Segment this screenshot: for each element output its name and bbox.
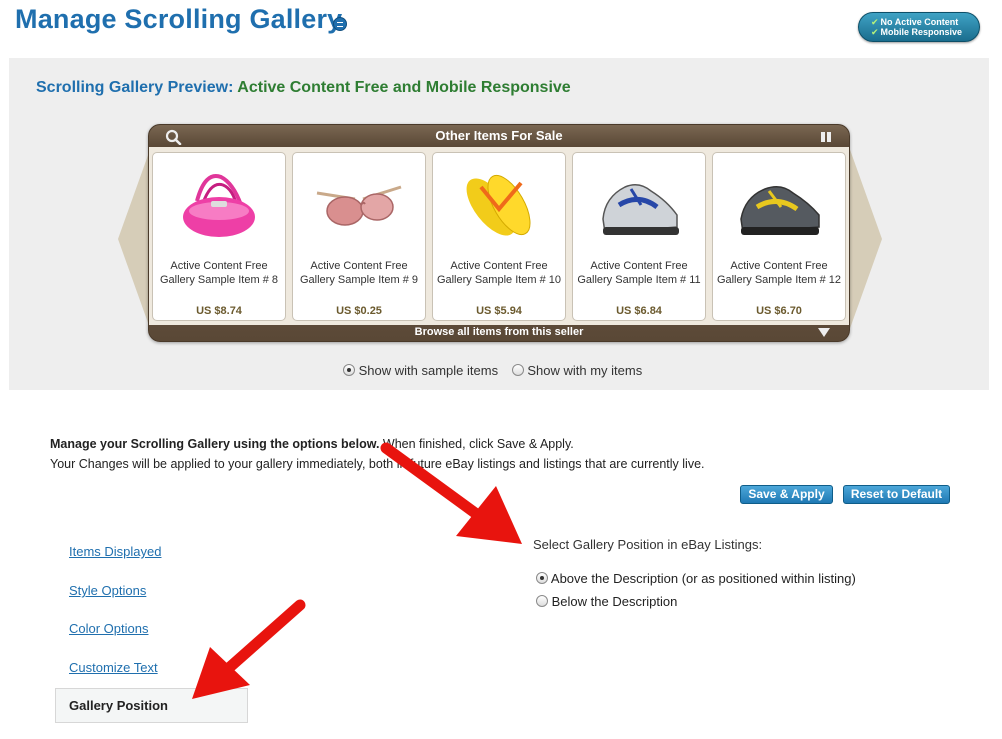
gallery-item-card[interactable]: Active Content Free Gallery Sample Item … (292, 152, 426, 321)
position-below-radio[interactable] (536, 595, 548, 607)
item-title: Active Content Free Gallery Sample Item … (575, 259, 703, 287)
preview-mode-radios: Show with sample items Show with my item… (343, 363, 652, 378)
item-title: Active Content Free Gallery Sample Item … (715, 259, 843, 287)
running-shoe-yellow-image (731, 157, 827, 253)
compliance-badge: ✔ No Active Content ✔ Mobile Responsive (858, 12, 980, 42)
search-icon[interactable] (165, 129, 183, 145)
my-items-radio[interactable] (511, 364, 524, 376)
gallery-item-card[interactable]: Active Content Free Gallery Sample Item … (432, 152, 566, 321)
item-price: US $8.74 (196, 305, 242, 317)
nav-style-options[interactable]: Style Options (69, 583, 146, 598)
nav-items-displayed[interactable]: Items Displayed (69, 544, 161, 559)
item-title-line-1: Active Content Free (310, 260, 408, 272)
item-title: Active Content Free Gallery Sample Item … (295, 259, 423, 287)
position-heading: Select Gallery Position in eBay Listings… (533, 537, 763, 552)
scroll-left-arrow-icon[interactable] (118, 144, 152, 334)
reset-default-button[interactable]: Reset to Default (843, 485, 950, 504)
item-title: Active Content Free Gallery Sample Item … (435, 259, 563, 287)
chevron-down-icon[interactable] (818, 328, 830, 337)
item-price: US $6.70 (756, 305, 802, 317)
position-above-option[interactable]: Above the Description (or as positioned … (536, 571, 856, 586)
nav-gallery-position[interactable]: Gallery Position (55, 688, 248, 723)
badge-line-2: Mobile Responsive (880, 27, 963, 37)
gallery-item-card[interactable]: Active Content Free Gallery Sample Item … (152, 152, 286, 321)
check-icon: ✔ (871, 17, 879, 27)
item-title-line-1: Active Content Free (590, 260, 688, 272)
check-icon: ✔ (871, 27, 879, 37)
item-title-line-1: Active Content Free (730, 260, 828, 272)
position-above-label: Above the Description (or as positioned … (550, 571, 856, 586)
nav-color-options[interactable]: Color Options (69, 621, 148, 636)
gallery-item-card[interactable]: Active Content Free Gallery Sample Item … (712, 152, 846, 321)
pink-handbag-image (171, 157, 267, 253)
item-title-line-1: Active Content Free (450, 260, 548, 272)
save-apply-button[interactable]: Save & Apply (740, 485, 833, 504)
gallery-title: Other Items For Sale (435, 128, 563, 143)
page-title: Manage Scrolling Gallery (15, 4, 343, 34)
item-title-line-2: Gallery Sample Item # 9 (300, 274, 418, 286)
item-title-line-2: Gallery Sample Item # 10 (436, 274, 562, 286)
running-shoe-blue-image (591, 157, 687, 253)
sample-items-label: Show with sample items (358, 363, 499, 378)
item-title-line-2: Gallery Sample Item # 11 (577, 274, 701, 286)
pause-icon[interactable] (821, 132, 831, 142)
item-title-line-2: Gallery Sample Item # 8 (160, 274, 278, 286)
instructions-bold: Manage your Scrolling Gallery using the … (50, 437, 380, 451)
preview-title: Scrolling Gallery Preview: Active Conten… (36, 79, 571, 97)
gallery-item-card[interactable]: Active Content Free Gallery Sample Item … (572, 152, 706, 321)
item-title: Active Content Free Gallery Sample Item … (155, 259, 283, 287)
position-above-radio[interactable] (536, 572, 548, 584)
scrolling-gallery: Other Items For Sale Active Content Free… (148, 124, 850, 342)
position-below-label: Below the Description (551, 594, 678, 609)
item-price: US $0.25 (336, 305, 382, 317)
item-price: US $6.84 (616, 305, 662, 317)
preview-label-highlight: Active Content Free and Mobile Responsiv… (237, 79, 571, 96)
my-items-label: Show with my items (527, 363, 643, 378)
instructions-line-2: Your Changes will be applied to your gal… (50, 457, 705, 471)
item-price: US $5.94 (476, 305, 522, 317)
position-below-option[interactable]: Below the Description (536, 594, 677, 609)
sample-items-option[interactable]: Show with sample items (343, 363, 498, 378)
nav-customize-text[interactable]: Customize Text (69, 660, 158, 675)
preview-label: Scrolling Gallery Preview: (36, 79, 234, 96)
instructions-rest: When finished, click Save & Apply. (379, 437, 574, 451)
sample-items-radio[interactable] (343, 364, 355, 376)
gallery-header: Other Items For Sale (149, 125, 849, 147)
help-icon[interactable] (333, 17, 347, 31)
sunglasses-image (311, 157, 407, 253)
my-items-option[interactable]: Show with my items (511, 363, 643, 378)
gallery-footer[interactable]: Browse all items from this seller (149, 323, 849, 341)
item-title-line-1: Active Content Free (170, 260, 268, 272)
item-title-line-2: Gallery Sample Item # 12 (716, 274, 842, 286)
browse-all-link[interactable]: Browse all items from this seller (415, 326, 584, 338)
badge-line-1: No Active Content (880, 17, 959, 27)
instructions: Manage your Scrolling Gallery using the … (50, 434, 705, 474)
scroll-right-arrow-icon[interactable] (848, 144, 882, 334)
flip-flops-image (451, 157, 547, 253)
